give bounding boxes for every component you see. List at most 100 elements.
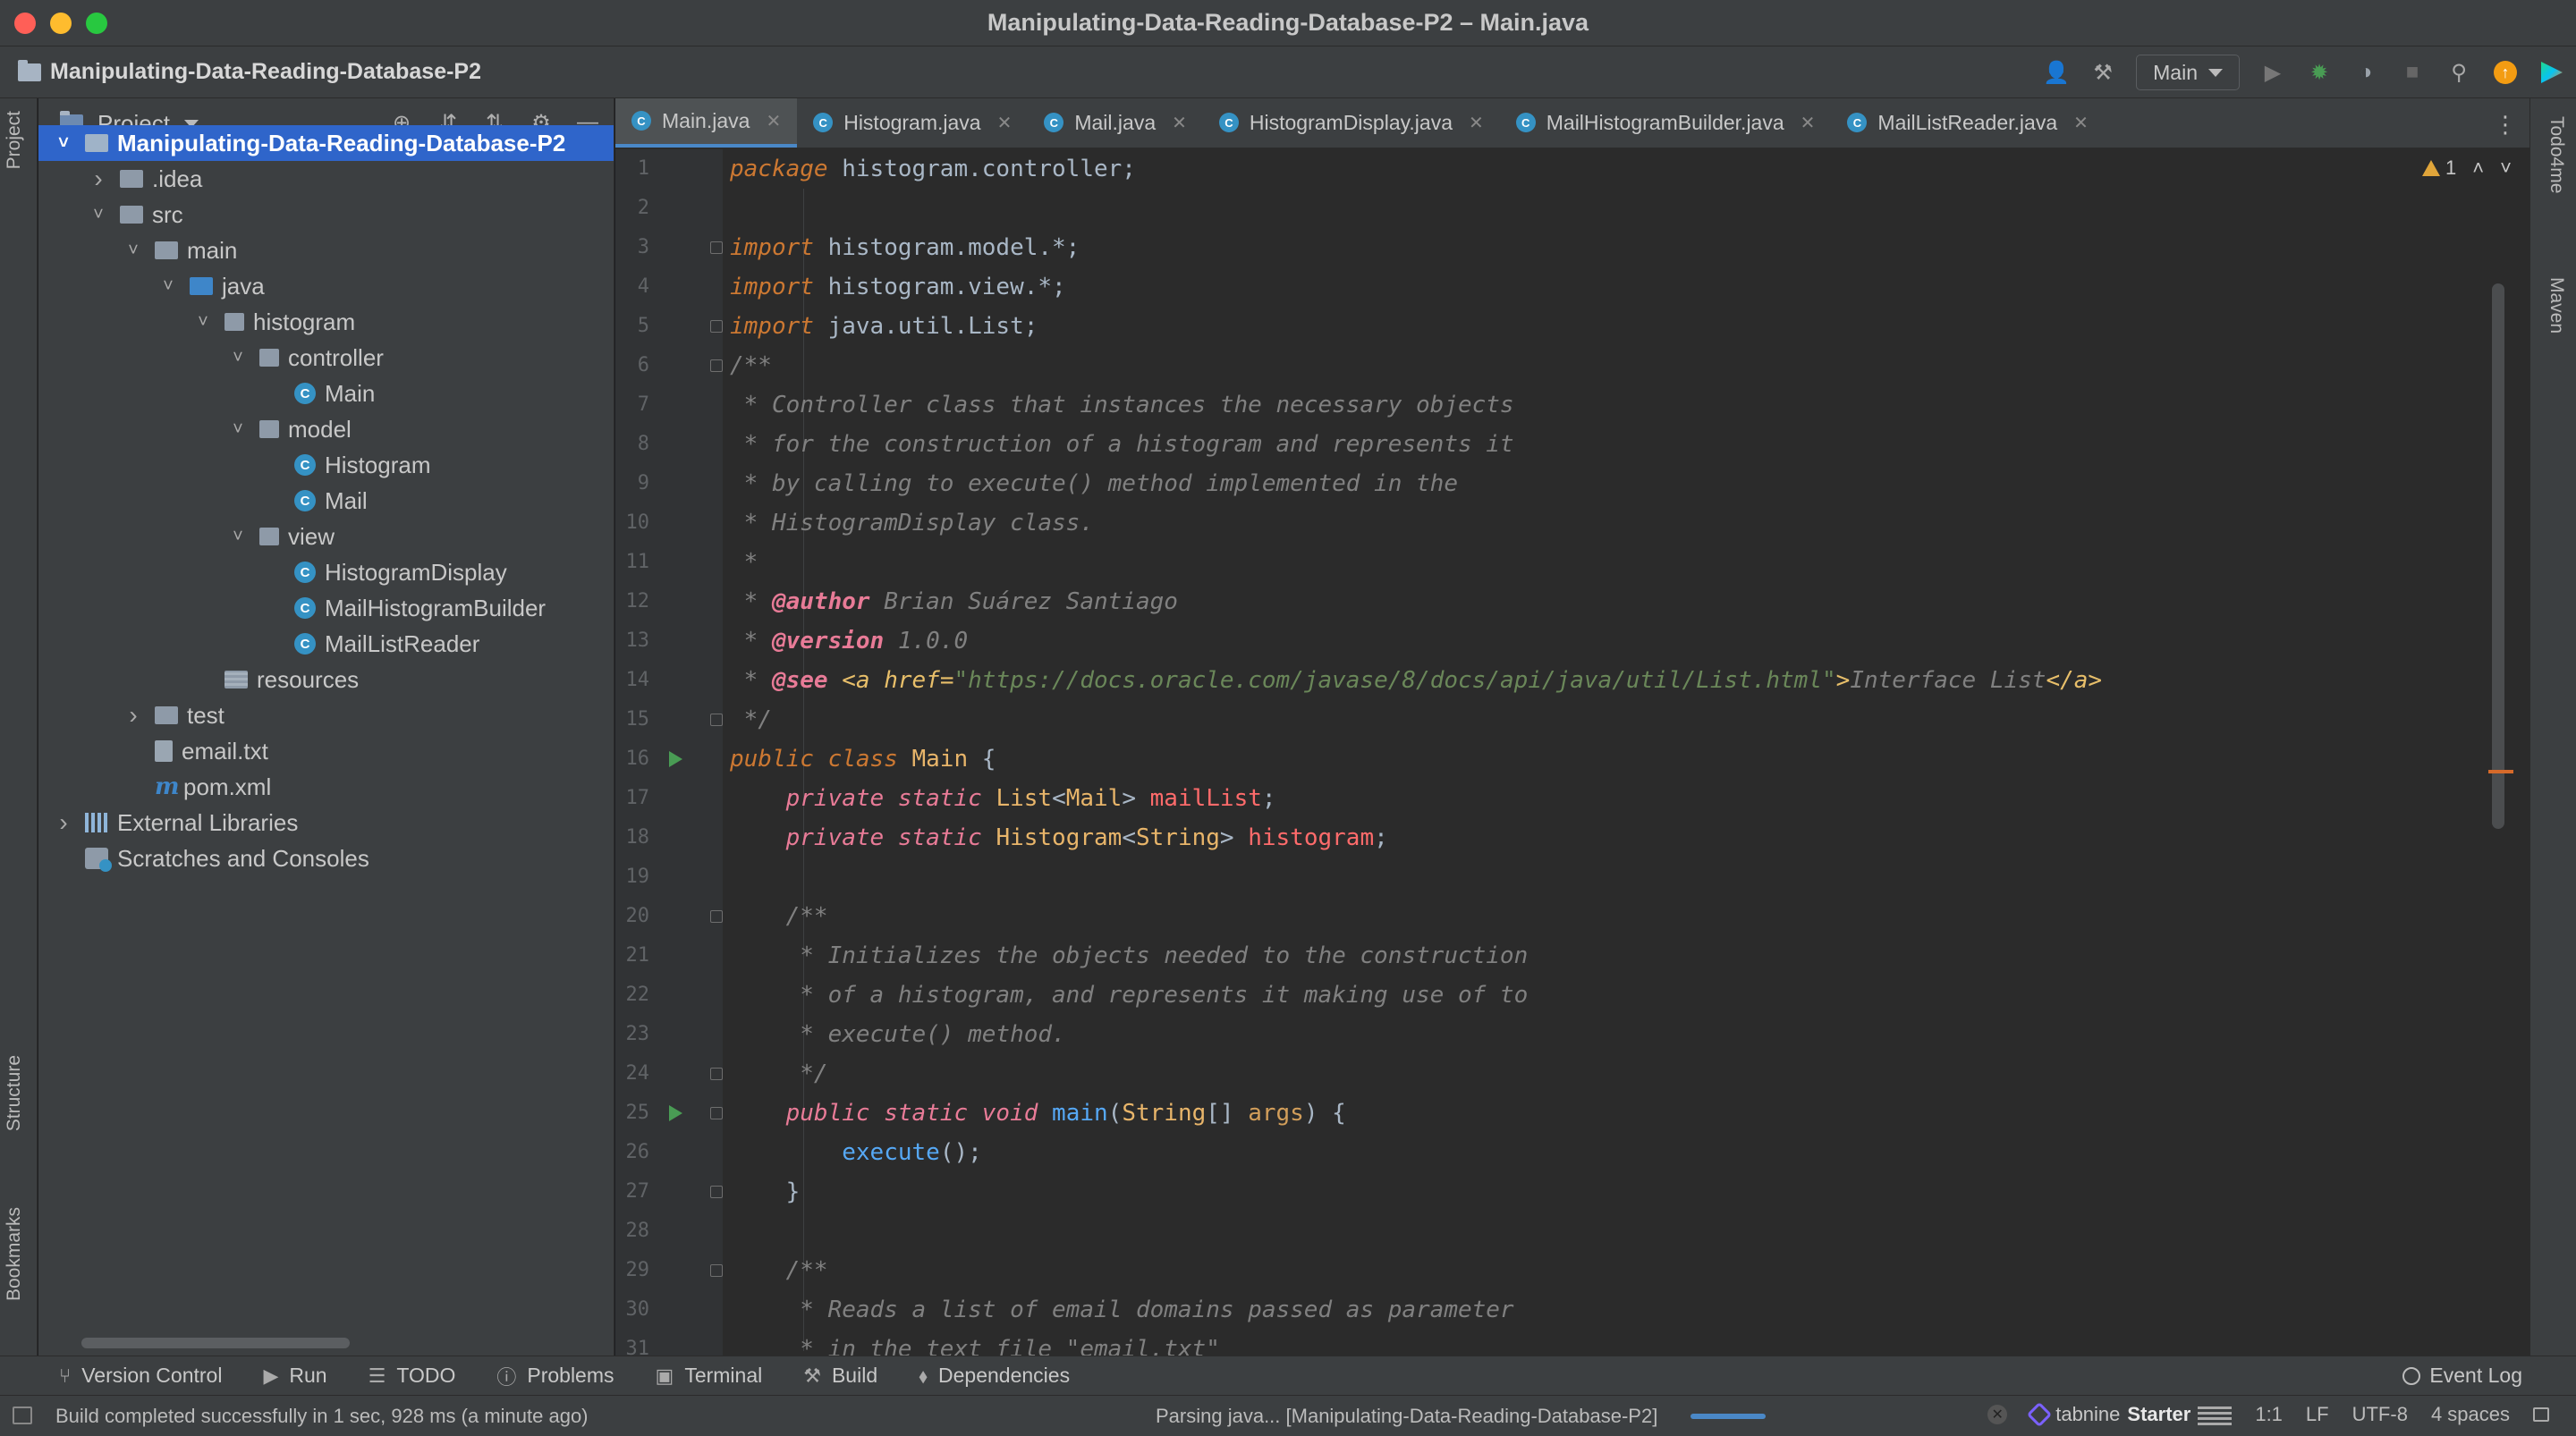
code-line[interactable]: * @see <a href="https://docs.oracle.com/… bbox=[730, 661, 2102, 700]
tree-item[interactable]: ˅ histogram bbox=[38, 304, 614, 340]
hammer-icon[interactable]: ⚒ bbox=[2089, 59, 2116, 86]
code-line[interactable]: * bbox=[730, 543, 758, 582]
tree-item[interactable]: ˅ java bbox=[38, 268, 614, 304]
status-message[interactable]: Build completed successfully in 1 sec, 9… bbox=[55, 1405, 589, 1428]
code-line[interactable]: private static List<Mail> mailList; bbox=[730, 779, 1276, 818]
horizontal-scrollbar[interactable] bbox=[81, 1338, 350, 1348]
fold-marker-icon[interactable] bbox=[710, 1068, 723, 1080]
structure-tool-tab[interactable]: Structure bbox=[4, 1055, 25, 1131]
code-line[interactable]: * Initializes the objects needed to the … bbox=[730, 936, 1528, 976]
tree-item[interactable]: C HistogramDisplay bbox=[38, 554, 614, 590]
chevron-right-icon[interactable]: › bbox=[55, 808, 72, 837]
coverage-icon[interactable]: ◑ bbox=[2352, 59, 2379, 86]
toolbox-icon[interactable] bbox=[2538, 59, 2565, 86]
debug-icon[interactable]: ✹ bbox=[2306, 59, 2333, 86]
cancel-task-icon[interactable]: ✕ bbox=[1987, 1405, 2008, 1424]
tree-item[interactable]: C Mail bbox=[38, 483, 614, 519]
close-tab-icon[interactable]: ✕ bbox=[2073, 112, 2089, 134]
stop-icon[interactable]: ■ bbox=[2399, 59, 2426, 86]
close-tab-icon[interactable]: ✕ bbox=[1801, 112, 1816, 134]
tree-item[interactable]: resources bbox=[38, 662, 614, 697]
tree-item[interactable]: C Main bbox=[38, 376, 614, 411]
more-tabs-icon[interactable]: ⋮ bbox=[2494, 111, 2517, 139]
code-line[interactable]: * Controller class that instances the ne… bbox=[730, 385, 1514, 425]
code-line[interactable]: /** bbox=[730, 897, 828, 936]
fold-marker-icon[interactable] bbox=[710, 320, 723, 333]
editor-tab[interactable]: C Mail.java ✕ bbox=[1028, 98, 1203, 148]
editor-tab[interactable]: C HistogramDisplay.java ✕ bbox=[1203, 98, 1500, 148]
chevron-down-icon[interactable]: ˅ bbox=[229, 348, 247, 368]
file-encoding[interactable]: UTF-8 bbox=[2352, 1403, 2408, 1426]
close-tab-icon[interactable]: ✕ bbox=[997, 112, 1013, 134]
lock-icon[interactable] bbox=[2533, 1407, 2549, 1422]
chevron-down-icon[interactable]: ˅ bbox=[159, 276, 177, 297]
chevron-down-icon[interactable]: ˅ bbox=[124, 241, 142, 261]
minimize-window-button[interactable] bbox=[50, 13, 72, 34]
code-line[interactable]: } bbox=[730, 1172, 801, 1212]
fold-marker-icon[interactable] bbox=[710, 241, 723, 254]
previous-highlight-icon[interactable]: ˄ bbox=[2472, 156, 2484, 180]
code-line[interactable]: /** bbox=[730, 1251, 828, 1290]
event-log-button[interactable]: Event Log bbox=[2402, 1364, 2522, 1388]
close-window-button[interactable] bbox=[14, 13, 36, 34]
tree-item[interactable]: ˅ model bbox=[38, 411, 614, 447]
tool-window-button[interactable]: ☰ TODO bbox=[369, 1362, 456, 1390]
code-line[interactable]: * HistogramDisplay class. bbox=[730, 503, 1094, 543]
tabnine-widget[interactable]: tabnine Starter bbox=[2027, 1401, 2233, 1428]
tree-item[interactable]: C MailHistogramBuilder bbox=[38, 590, 614, 626]
tree-item[interactable]: ˅ controller bbox=[38, 340, 614, 376]
tree-item[interactable]: ˅ main bbox=[38, 232, 614, 268]
run-icon[interactable]: ▶ bbox=[2259, 59, 2286, 86]
tree-item[interactable]: ˅ Manipulating-Data-Reading-Database-P2 bbox=[38, 125, 614, 161]
fold-marker-icon[interactable] bbox=[710, 714, 723, 726]
inspection-widget[interactable]: 1 ˄ ˅ bbox=[2422, 156, 2512, 180]
caret-position[interactable]: 1:1 bbox=[2255, 1403, 2283, 1426]
maximize-window-button[interactable] bbox=[86, 13, 107, 34]
run-gutter-icon[interactable] bbox=[669, 751, 682, 767]
tree-item[interactable]: ˅ view bbox=[38, 519, 614, 554]
chevron-down-icon[interactable]: ˅ bbox=[194, 312, 212, 333]
code-line[interactable]: import java.util.List; bbox=[730, 307, 1038, 346]
tree-item[interactable]: › test bbox=[38, 697, 614, 733]
tree-item[interactable]: m pom.xml bbox=[38, 769, 614, 805]
code-line[interactable]: private static Histogram<String> histogr… bbox=[730, 818, 1388, 857]
tool-window-button[interactable]: ▣ Terminal bbox=[656, 1362, 763, 1390]
code-line[interactable]: import histogram.model.*; bbox=[730, 228, 1080, 267]
code-line[interactable]: * in the text file "email.txt" bbox=[730, 1330, 1220, 1356]
tree-item[interactable]: C Histogram bbox=[38, 447, 614, 483]
code-line[interactable]: import histogram.view.*; bbox=[730, 267, 1066, 307]
fold-marker-icon[interactable] bbox=[710, 1264, 723, 1277]
editor-tab[interactable]: C MailHistogramBuilder.java ✕ bbox=[1500, 98, 1832, 148]
code-line[interactable]: package histogram.controller; bbox=[730, 149, 1136, 189]
error-stripe-marker[interactable] bbox=[2488, 770, 2513, 773]
update-icon[interactable]: ↑ bbox=[2492, 59, 2519, 86]
chevron-down-icon[interactable]: ˅ bbox=[229, 419, 247, 440]
chevron-down-icon[interactable]: ˅ bbox=[55, 133, 72, 154]
editor-tab[interactable]: C Main.java ✕ bbox=[615, 98, 798, 148]
editor-tab[interactable]: C MailListReader.java ✕ bbox=[1831, 98, 2104, 148]
chevron-down-icon[interactable]: ˅ bbox=[89, 205, 107, 225]
chevron-down-icon[interactable]: ˅ bbox=[229, 527, 247, 547]
indent-setting[interactable]: 4 spaces bbox=[2431, 1403, 2510, 1426]
user-icon[interactable]: 👤 bbox=[2043, 59, 2070, 86]
code-line[interactable]: public static void main(String[] args) { bbox=[730, 1094, 1346, 1133]
fold-marker-icon[interactable] bbox=[710, 1186, 723, 1198]
tool-window-button[interactable]: ⓘ Problems bbox=[496, 1362, 614, 1390]
code-line[interactable]: * execute() method. bbox=[730, 1015, 1065, 1054]
code-line[interactable]: */ bbox=[730, 700, 772, 739]
fold-marker-icon[interactable] bbox=[710, 359, 723, 372]
code-line[interactable]: * of a histogram, and represents it maki… bbox=[730, 976, 1528, 1015]
project-breadcrumb[interactable]: Manipulating-Data-Reading-Database-P2 bbox=[18, 59, 481, 85]
code-area[interactable]: 1 2 3 4 5 6 7 8 9 10 11 12 13 14 15 16 17 18 19 20 21 22 23 24 2… bbox=[615, 149, 2529, 1356]
next-highlight-icon[interactable]: ˅ bbox=[2500, 156, 2512, 180]
tool-window-button[interactable]: ▶ Run bbox=[263, 1362, 326, 1390]
chevron-right-icon[interactable]: › bbox=[89, 165, 107, 193]
close-tab-icon[interactable]: ✕ bbox=[1469, 112, 1484, 134]
code-line[interactable]: * for the construction of a histogram an… bbox=[730, 425, 1514, 464]
maven-tool-tab[interactable]: Maven bbox=[2546, 277, 2567, 334]
code-line[interactable]: execute(); bbox=[730, 1133, 982, 1172]
code-line[interactable]: /** bbox=[730, 346, 772, 385]
background-task-label[interactable]: Parsing java... [Manipulating-Data-Readi… bbox=[1156, 1405, 1657, 1428]
tree-item[interactable]: C MailListReader bbox=[38, 626, 614, 662]
fold-marker-icon[interactable] bbox=[710, 910, 723, 923]
